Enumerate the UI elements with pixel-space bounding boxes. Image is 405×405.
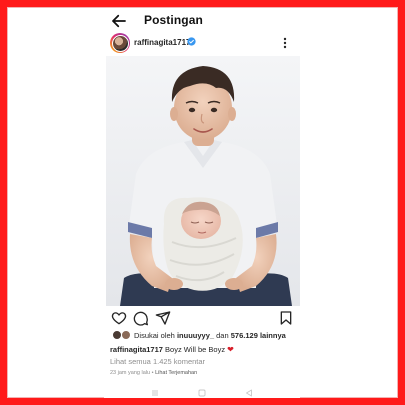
post-meta: 23 jam yang lalu • Lihat Terjemahan bbox=[110, 370, 197, 376]
arrow-left-icon[interactable] bbox=[110, 12, 128, 30]
top-bar: Postingan bbox=[104, 10, 300, 32]
post-timestamp: 23 jam yang lalu bbox=[110, 370, 151, 376]
likes-prefix: Disukai oleh bbox=[134, 331, 175, 340]
post-actions bbox=[104, 310, 300, 328]
bookmark-icon[interactable] bbox=[278, 310, 294, 326]
comment-icon[interactable] bbox=[133, 310, 149, 326]
page-title: Postingan bbox=[144, 13, 203, 27]
home-icon[interactable] bbox=[197, 388, 207, 398]
post-photo-illustration bbox=[106, 56, 300, 306]
post-username[interactable]: raffinagita1717 bbox=[134, 38, 190, 47]
more-vertical-icon[interactable] bbox=[280, 36, 290, 50]
liker-avatar[interactable] bbox=[121, 330, 131, 340]
meta-separator: • bbox=[151, 370, 154, 376]
see-translation-link[interactable]: Lihat Terjemahan bbox=[155, 370, 197, 376]
post-photo[interactable] bbox=[106, 56, 300, 306]
system-nav-bar bbox=[104, 386, 300, 400]
verified-badge-icon bbox=[187, 37, 196, 46]
caption-username[interactable]: raffinagita1717 bbox=[110, 345, 163, 354]
likes-summary: Disukai oleh inuuuyyy_ dan 576.129 lainn… bbox=[134, 331, 286, 340]
send-icon[interactable] bbox=[155, 310, 171, 326]
post-caption: raffinagita1717 Boyz Will be Boyz ❤ bbox=[110, 345, 234, 354]
red-heart-icon: ❤ bbox=[227, 345, 234, 354]
menu-icon[interactable] bbox=[150, 388, 160, 398]
back-triangle-icon[interactable] bbox=[244, 388, 254, 398]
liker-username[interactable]: inuuuyyy_ bbox=[177, 331, 214, 340]
view-all-comments-link[interactable]: Lihat semua 1.425 komentar bbox=[110, 357, 205, 366]
likes-count[interactable]: 576.129 lainnya bbox=[231, 331, 286, 340]
avatar-image bbox=[111, 34, 129, 52]
likes-row: Disukai oleh inuuuyyy_ dan 576.129 lainn… bbox=[104, 330, 300, 342]
likes-conjunction: dan bbox=[216, 331, 229, 340]
caption-text: Boyz Will be Boyz bbox=[165, 345, 226, 354]
heart-icon[interactable] bbox=[111, 310, 127, 326]
post-header: raffinagita1717 bbox=[104, 32, 300, 56]
phone-screen: Postingan raffinagita1717 Disukai oleh i… bbox=[104, 8, 300, 398]
avatar[interactable] bbox=[110, 33, 130, 53]
